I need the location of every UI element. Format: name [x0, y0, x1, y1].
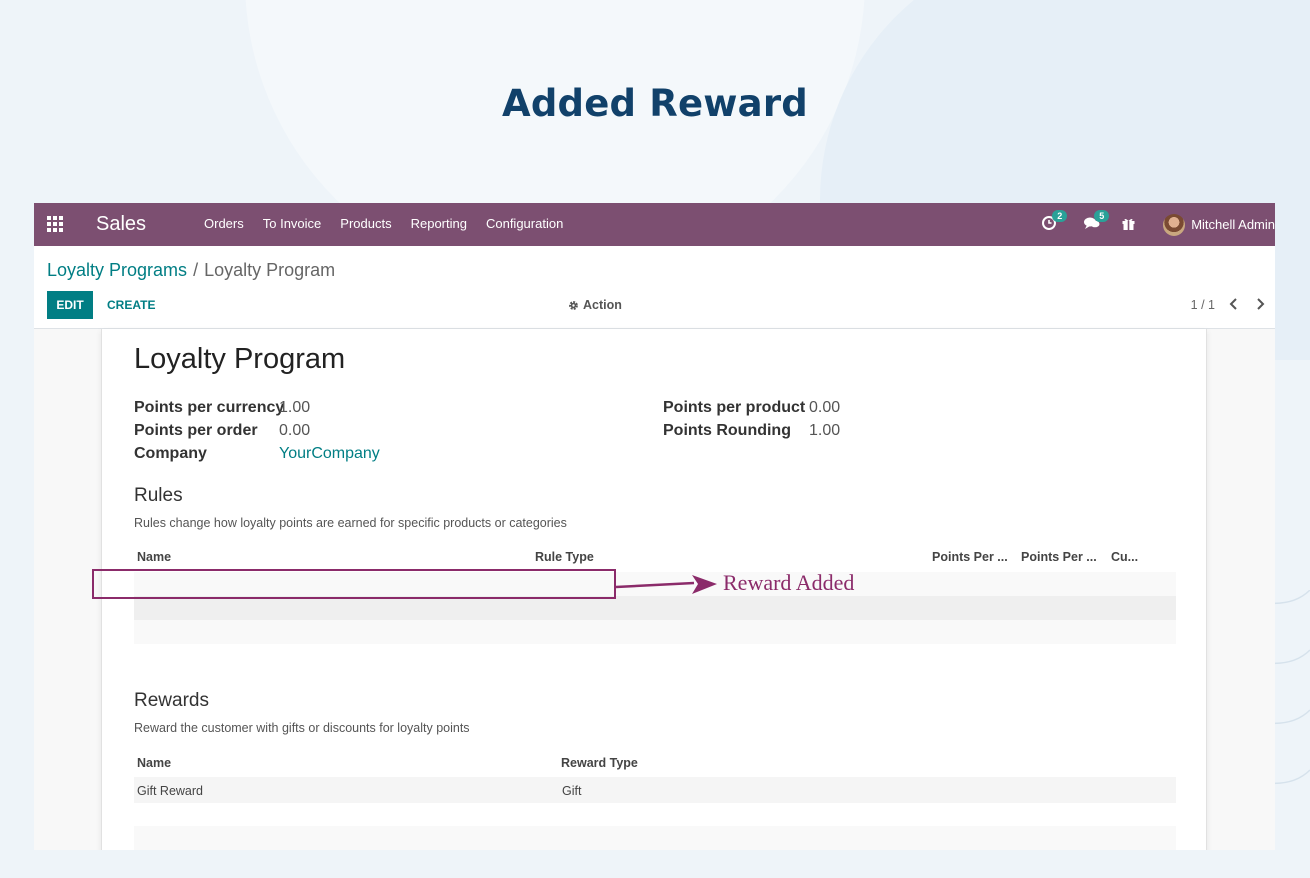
column-header-points-per[interactable]: Points Per ...	[1021, 550, 1097, 564]
annotation-label: Reward Added	[723, 570, 855, 595]
field-label-company: Company	[134, 445, 207, 462]
pager-value[interactable]: 1 / 1	[1191, 298, 1215, 312]
field-value-points-per-order: 0.00	[279, 422, 311, 439]
column-header-reward-type[interactable]: Reward Type	[561, 756, 638, 770]
activity-badge: 2	[1052, 210, 1068, 222]
gear-icon	[569, 300, 578, 310]
field-value-points-rounding: 1.00	[809, 422, 841, 439]
breadcrumb-separator: /	[193, 260, 199, 280]
systray: 2 5 Mitchell Admin	[1042, 203, 1275, 246]
reward-name-cell: Gift Reward	[137, 784, 203, 798]
odoo-screenshot: Sales Orders To Invoice Products Reporti…	[34, 203, 1275, 850]
column-header-rule-type[interactable]: Rule Type	[535, 550, 594, 564]
rules-empty-row	[134, 620, 1176, 644]
column-header-name[interactable]: Name	[137, 550, 171, 564]
field-label-points-per-currency: Points per currency	[134, 399, 285, 416]
background-band	[34, 850, 1275, 878]
field-value-company-link[interactable]: YourCompany	[279, 445, 380, 463]
rewards-help-text: Reward the customer with gifts or discou…	[134, 721, 470, 735]
breadcrumb-loyalty-programs[interactable]: Loyalty Programs	[47, 260, 187, 280]
messaging-menu[interactable]: 5	[1084, 210, 1110, 233]
messages-badge: 5	[1094, 210, 1110, 222]
rewards-empty-row	[134, 826, 1176, 850]
menu-item-reporting[interactable]: Reporting	[411, 216, 467, 231]
edit-button[interactable]: EDIT	[47, 291, 93, 319]
menu-item-configuration[interactable]: Configuration	[486, 216, 563, 231]
rewards-section-title: Rewards	[134, 690, 209, 711]
gift-icon	[1122, 218, 1135, 230]
chevron-right-icon[interactable]	[1253, 295, 1267, 313]
menu-item-products[interactable]: Products	[340, 216, 391, 231]
user-menu[interactable]: Mitchell Admin	[1163, 213, 1275, 236]
arrow-right-icon	[616, 575, 717, 594]
field-value-points-per-currency: 1.00	[279, 399, 311, 416]
create-button[interactable]: CREATE	[107, 291, 155, 319]
table-row[interactable]: Gift Reward Gift	[134, 777, 1176, 803]
menu-item-orders[interactable]: Orders	[204, 216, 244, 231]
chevron-left-icon[interactable]	[1227, 295, 1241, 313]
action-menu-button[interactable]: Action	[568, 291, 622, 319]
highlight-box	[92, 569, 616, 599]
user-name: Mitchell Admin	[1191, 217, 1275, 232]
control-panel: Loyalty Programs / Loyalty Program EDIT CR…	[34, 246, 1275, 329]
column-header-name[interactable]: Name	[137, 756, 171, 770]
field-value-points-per-product: 0.00	[809, 399, 841, 416]
top-navbar: Sales Orders To Invoice Products Reporti…	[34, 203, 1275, 246]
breadcrumb: Loyalty Programs / Loyalty Program	[47, 260, 335, 281]
action-label: Action	[583, 298, 622, 312]
field-label-points-per-order: Points per order	[134, 422, 258, 439]
avatar	[1163, 213, 1186, 236]
column-header-currency[interactable]: Cu...	[1111, 550, 1138, 564]
field-label-points-per-product: Points per product	[663, 399, 806, 416]
rules-list-header: Name Rule Type Points Per ... Points Per…	[134, 546, 1176, 570]
menu-item-to-invoice[interactable]: To Invoice	[263, 216, 322, 231]
gift-menu[interactable]	[1122, 217, 1135, 233]
page-heading: Added Reward	[502, 82, 808, 125]
record-title: Loyalty Program	[134, 343, 346, 375]
breadcrumb-current: Loyalty Program	[204, 260, 336, 280]
rules-help-text: Rules change how loyalty points are earn…	[134, 516, 567, 530]
apps-menu-icon[interactable]	[47, 216, 64, 232]
main-menu: Orders To Invoice Products Reporting Con…	[204, 216, 563, 231]
app-name[interactable]: Sales	[96, 213, 146, 236]
reward-type-cell: Gift	[562, 784, 582, 798]
column-header-points-per[interactable]: Points Per ...	[932, 550, 1008, 564]
rules-section-title: Rules	[134, 485, 183, 506]
rules-empty-row	[134, 596, 1176, 620]
activity-menu[interactable]: 2	[1042, 210, 1068, 233]
field-label-points-rounding: Points Rounding	[663, 422, 791, 439]
rewards-list-header: Name Reward Type	[134, 752, 1176, 776]
